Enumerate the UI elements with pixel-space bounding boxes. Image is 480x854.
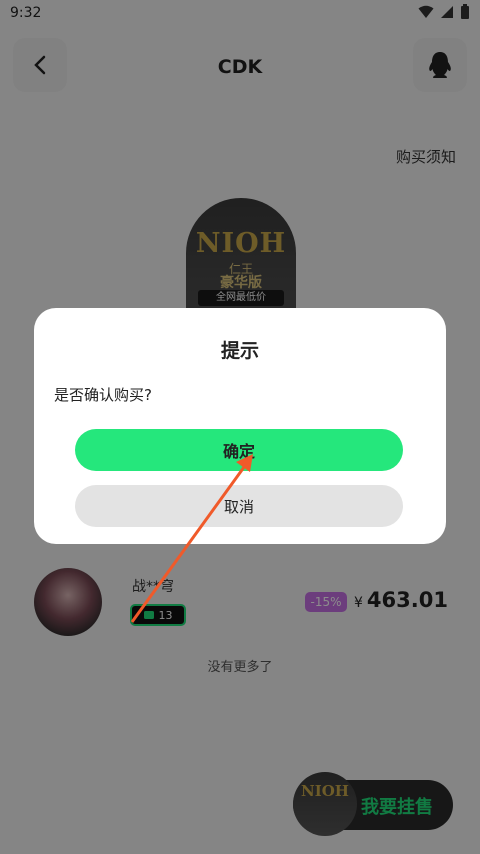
dialog-title: 提示 <box>220 340 259 362</box>
cancel-button[interactable]: 取消 <box>75 485 403 527</box>
confirm-dialog: 提示 是否确认购买? 确定 取消 <box>34 308 446 544</box>
dialog-message: 是否确认购买? <box>54 386 152 404</box>
confirm-button[interactable]: 确定 <box>75 429 403 471</box>
